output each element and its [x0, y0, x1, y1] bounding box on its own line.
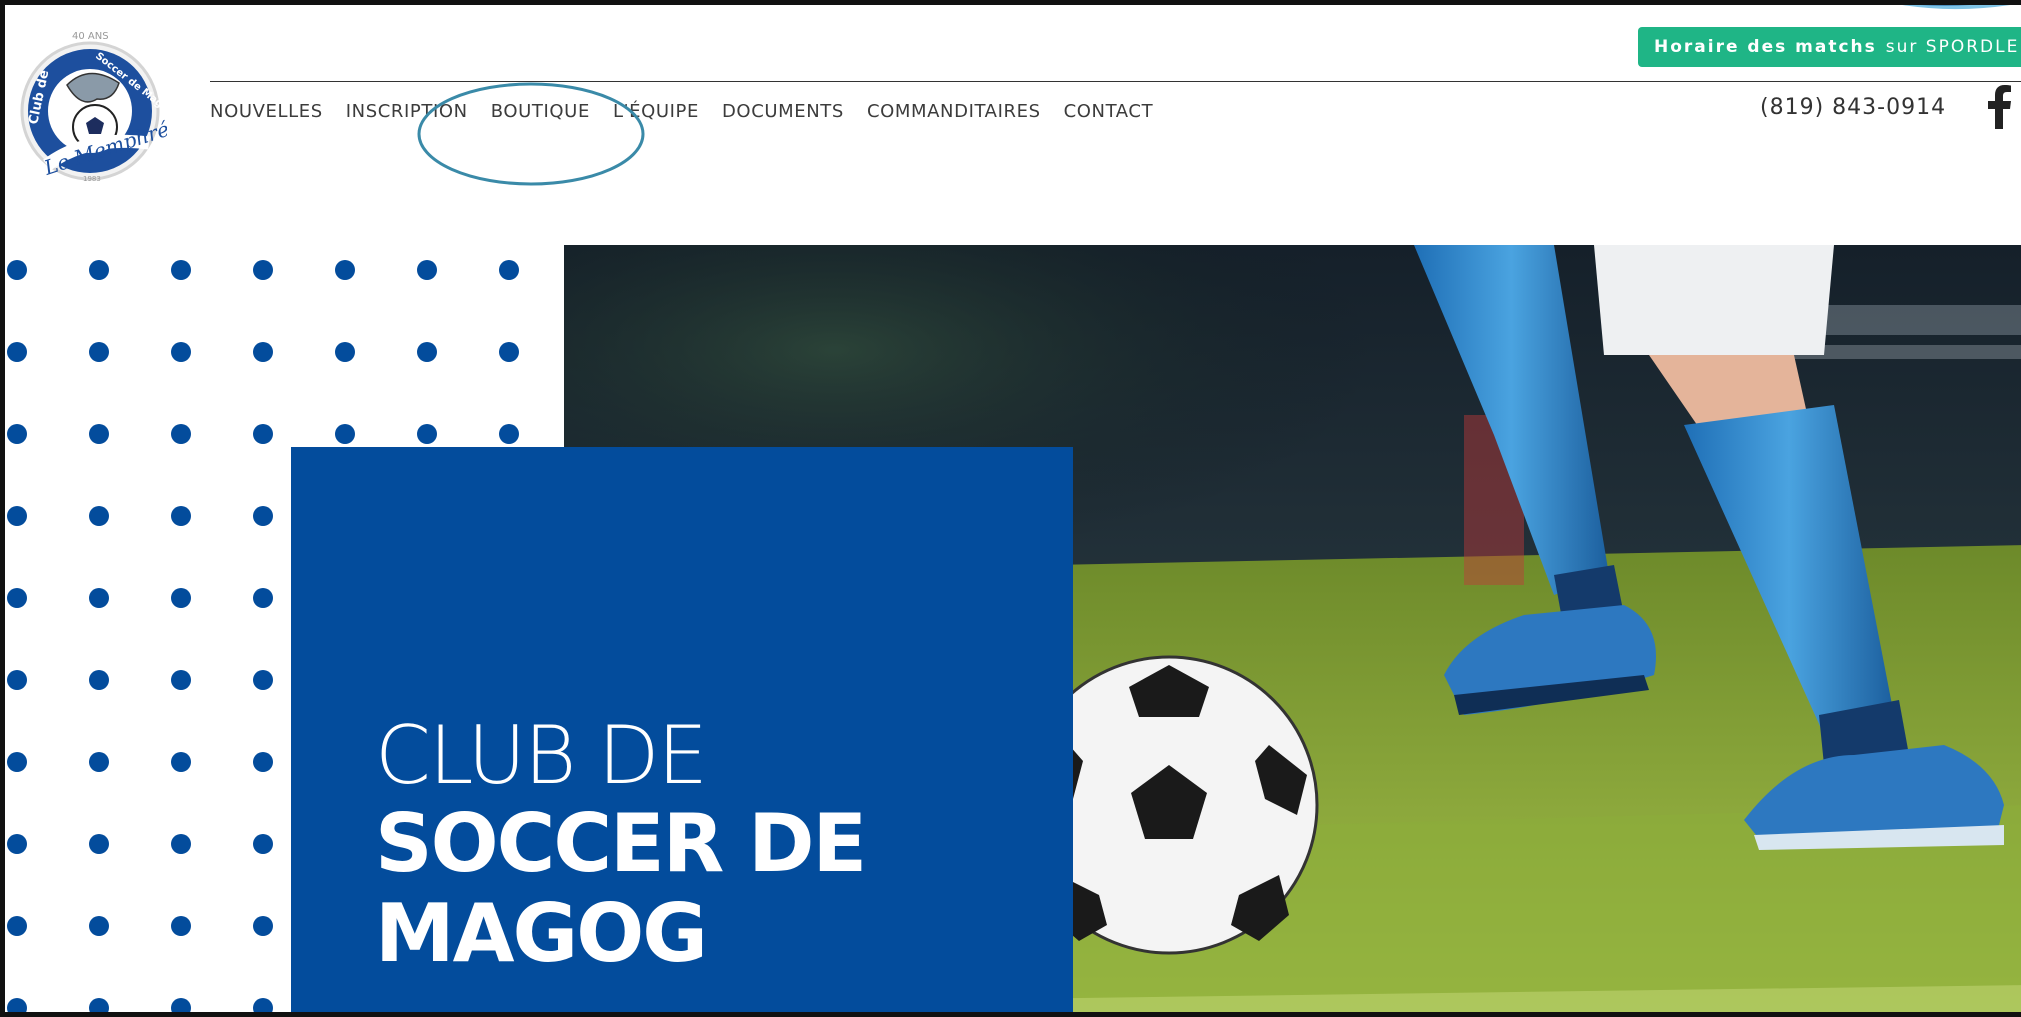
pattern-dot: [499, 342, 519, 362]
pattern-dot: [253, 342, 273, 362]
pattern-dot: [171, 834, 191, 854]
nav-item-nouvelles[interactable]: NOUVELLES: [210, 101, 323, 122]
pattern-dot: [171, 342, 191, 362]
pattern-dot: [7, 670, 27, 690]
spordle-rest-label: sur SPORDLE: [1885, 37, 2020, 57]
nav-item-equipe[interactable]: L'ÉQUIPE: [613, 101, 699, 122]
pattern-dot: [89, 342, 109, 362]
pattern-dot: [89, 588, 109, 608]
main-nav: NOUVELLES INSCRIPTION BOUTIQUE L'ÉQUIPE …: [210, 101, 1153, 122]
pattern-dot: [89, 424, 109, 444]
hero-title-line-3: MAGOG: [375, 887, 708, 980]
pattern-dot: [253, 752, 273, 772]
pattern-dot: [7, 424, 27, 444]
facebook-icon[interactable]: [1985, 85, 2013, 129]
pattern-dot: [7, 506, 27, 526]
pattern-dot: [89, 506, 109, 526]
svg-text:1983: 1983: [83, 175, 101, 183]
pattern-dot: [7, 916, 27, 936]
nav-item-documents[interactable]: DOCUMENTS: [722, 101, 844, 122]
hero-title-line-1: CLUB DE: [375, 709, 708, 802]
pattern-dot: [7, 752, 27, 772]
pattern-dot: [499, 424, 519, 444]
hero-title-line-2: SOCCER DE: [375, 797, 867, 890]
pattern-dot: [171, 588, 191, 608]
spordle-schedule-button[interactable]: Horaire des matchs sur SPORDLE: [1638, 27, 2021, 67]
pattern-dot: [171, 260, 191, 280]
pattern-dot: [7, 342, 27, 362]
pattern-dot: [253, 670, 273, 690]
pattern-dot: [89, 260, 109, 280]
pattern-dot: [89, 670, 109, 690]
nav-item-boutique[interactable]: BOUTIQUE: [491, 101, 590, 122]
pattern-dot: [253, 506, 273, 526]
pattern-dot: [253, 916, 273, 936]
pattern-dot: [89, 916, 109, 936]
club-crest-icon: 40 ANS Club de Soccer de Magog Le Memphr…: [20, 31, 176, 183]
pattern-dot: [253, 998, 273, 1012]
pattern-dot: [335, 260, 355, 280]
svg-text:40 ANS: 40 ANS: [72, 31, 109, 42]
pattern-dot: [7, 834, 27, 854]
spordle-bold-label: Horaire des matchs: [1654, 37, 1877, 57]
pattern-dot: [417, 342, 437, 362]
pattern-dot: [417, 260, 437, 280]
club-logo[interactable]: 40 ANS Club de Soccer de Magog Le Memphr…: [17, 25, 176, 185]
annotation-ellipse: [417, 82, 645, 186]
pattern-dot: [171, 998, 191, 1012]
hero-title-box: CLUB DE SOCCER DE MAGOG: [291, 447, 1073, 1012]
pattern-dot: [335, 424, 355, 444]
pattern-dot: [171, 916, 191, 936]
pattern-dot: [417, 424, 437, 444]
corner-decoration: [1902, 5, 2011, 10]
pattern-dot: [7, 588, 27, 608]
pattern-dot: [89, 752, 109, 772]
pattern-dot: [7, 998, 27, 1012]
pattern-dot: [7, 260, 27, 280]
pattern-dot: [253, 588, 273, 608]
pattern-dot: [89, 998, 109, 1012]
page-frame: 40 ANS Club de Soccer de Magog Le Memphr…: [0, 0, 2021, 1017]
pattern-dot: [171, 506, 191, 526]
pattern-dot: [253, 260, 273, 280]
pattern-dot: [171, 670, 191, 690]
pattern-dot: [171, 424, 191, 444]
pattern-dot: [171, 752, 191, 772]
header-divider: [210, 81, 2021, 82]
nav-item-inscription[interactable]: INSCRIPTION: [346, 101, 468, 122]
phone-link[interactable]: (819) 843-0914: [1760, 95, 1946, 120]
nav-item-commanditaires[interactable]: COMMANDITAIRES: [867, 101, 1041, 122]
pattern-dot: [253, 834, 273, 854]
pattern-dot: [499, 260, 519, 280]
pattern-dot: [253, 424, 273, 444]
pattern-dot: [89, 834, 109, 854]
nav-item-contact[interactable]: CONTACT: [1064, 101, 1154, 122]
pattern-dot: [335, 342, 355, 362]
